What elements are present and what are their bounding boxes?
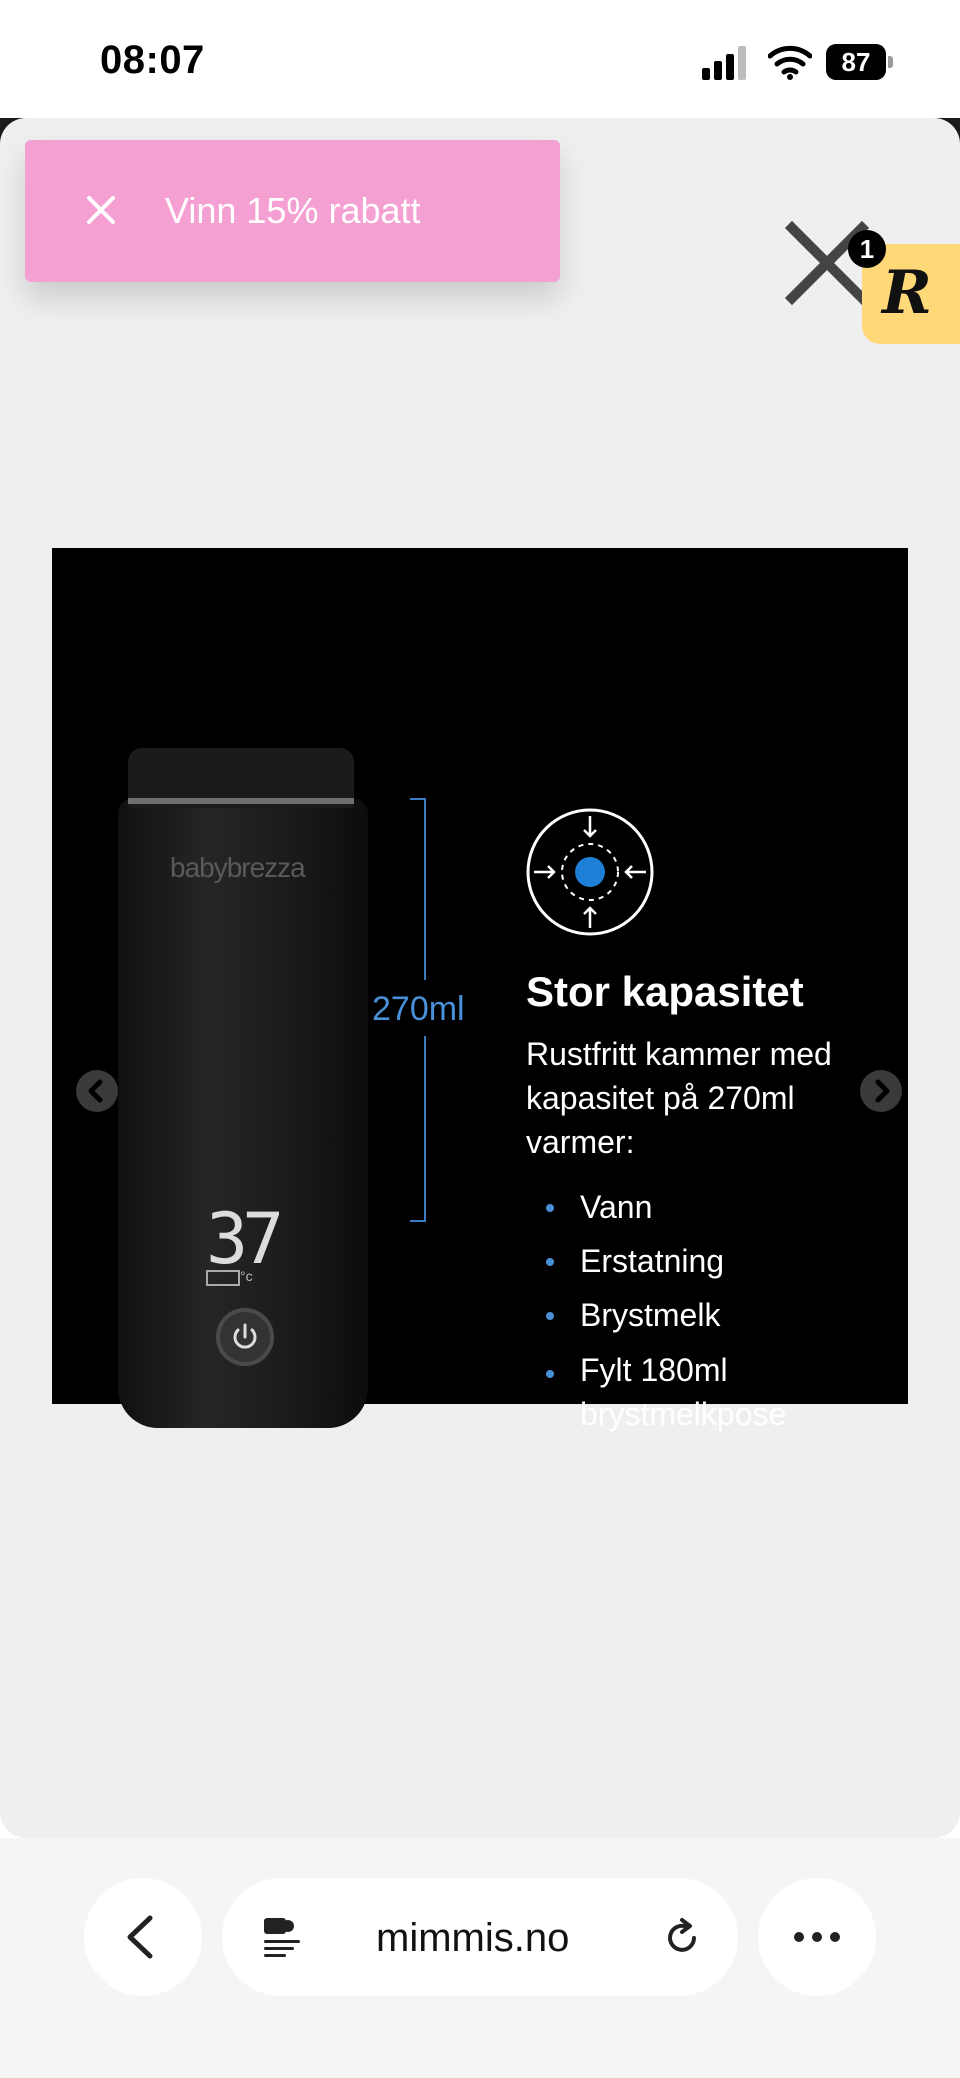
more-options-button[interactable] — [758, 1878, 876, 1996]
capacity-label: 270ml — [372, 990, 465, 1028]
power-icon — [233, 1323, 257, 1349]
capacity-target-icon — [526, 808, 654, 936]
list-item-text: Vann — [580, 1189, 653, 1225]
battery-nub — [888, 56, 893, 68]
carousel-prev-button[interactable] — [76, 1070, 118, 1112]
back-button[interactable] — [84, 1878, 202, 1996]
cellular-signal-icon — [702, 46, 746, 80]
battery-level: 87 — [826, 44, 886, 80]
bullet-dot — [546, 1312, 554, 1320]
notification-badge: 1 — [848, 230, 886, 268]
bottle-warmer-band — [128, 798, 354, 804]
web-page: Vinn 15% rabatt R 1 babybrezza 37 °c 270… — [0, 118, 960, 1838]
list-item: Fylt 180ml brystmelkpose — [546, 1342, 860, 1436]
power-button-icon — [216, 1308, 274, 1366]
feature-list: Vann Erstatning Brystmelk Fylt 180ml bry… — [546, 1180, 860, 1436]
close-icon[interactable] — [79, 188, 123, 232]
list-item-text: Fylt 180ml brystmelkpose — [580, 1352, 787, 1432]
list-item: Erstatning — [546, 1234, 860, 1288]
status-bar: 08:07 87 — [0, 0, 960, 118]
list-item: Brystmelk — [546, 1288, 860, 1342]
bullet-dot — [546, 1258, 554, 1266]
list-item: Vann — [546, 1180, 860, 1234]
feature-title: Stor kapasitet — [526, 968, 804, 1015]
list-item-text: Erstatning — [580, 1243, 725, 1279]
rewards-logo: R — [882, 258, 932, 328]
battery-mini-icon — [206, 1270, 240, 1286]
product-brand: babybrezza — [170, 852, 306, 883]
feature-description: Rustfritt kammer med kapasitet på 270ml … — [526, 1036, 832, 1160]
address-bar[interactable]: mimmis.no — [222, 1878, 738, 1996]
status-time: 08:07 — [100, 38, 205, 82]
chevron-left-icon — [88, 1079, 103, 1103]
chevron-left-icon — [127, 1915, 153, 1959]
bullet-dot — [546, 1204, 554, 1212]
page-menu-icon[interactable] — [260, 1916, 304, 1960]
reload-icon[interactable] — [660, 1916, 704, 1960]
url-text: mimmis.no — [376, 1916, 570, 1960]
carousel-next-button[interactable] — [860, 1070, 902, 1112]
browser-toolbar: mimmis.no — [0, 1838, 960, 2078]
wifi-icon — [768, 45, 812, 80]
battery-indicator: 87 — [826, 44, 894, 80]
discount-promo-banner[interactable]: Vinn 15% rabatt — [25, 140, 560, 282]
ellipsis-icon — [794, 1932, 840, 1942]
bullet-dot — [546, 1370, 554, 1378]
chevron-right-icon — [875, 1079, 890, 1103]
promo-text: Vinn 15% rabatt — [165, 190, 421, 231]
list-item-text: Brystmelk — [580, 1297, 721, 1333]
temperature-unit: °c — [240, 1268, 253, 1284]
